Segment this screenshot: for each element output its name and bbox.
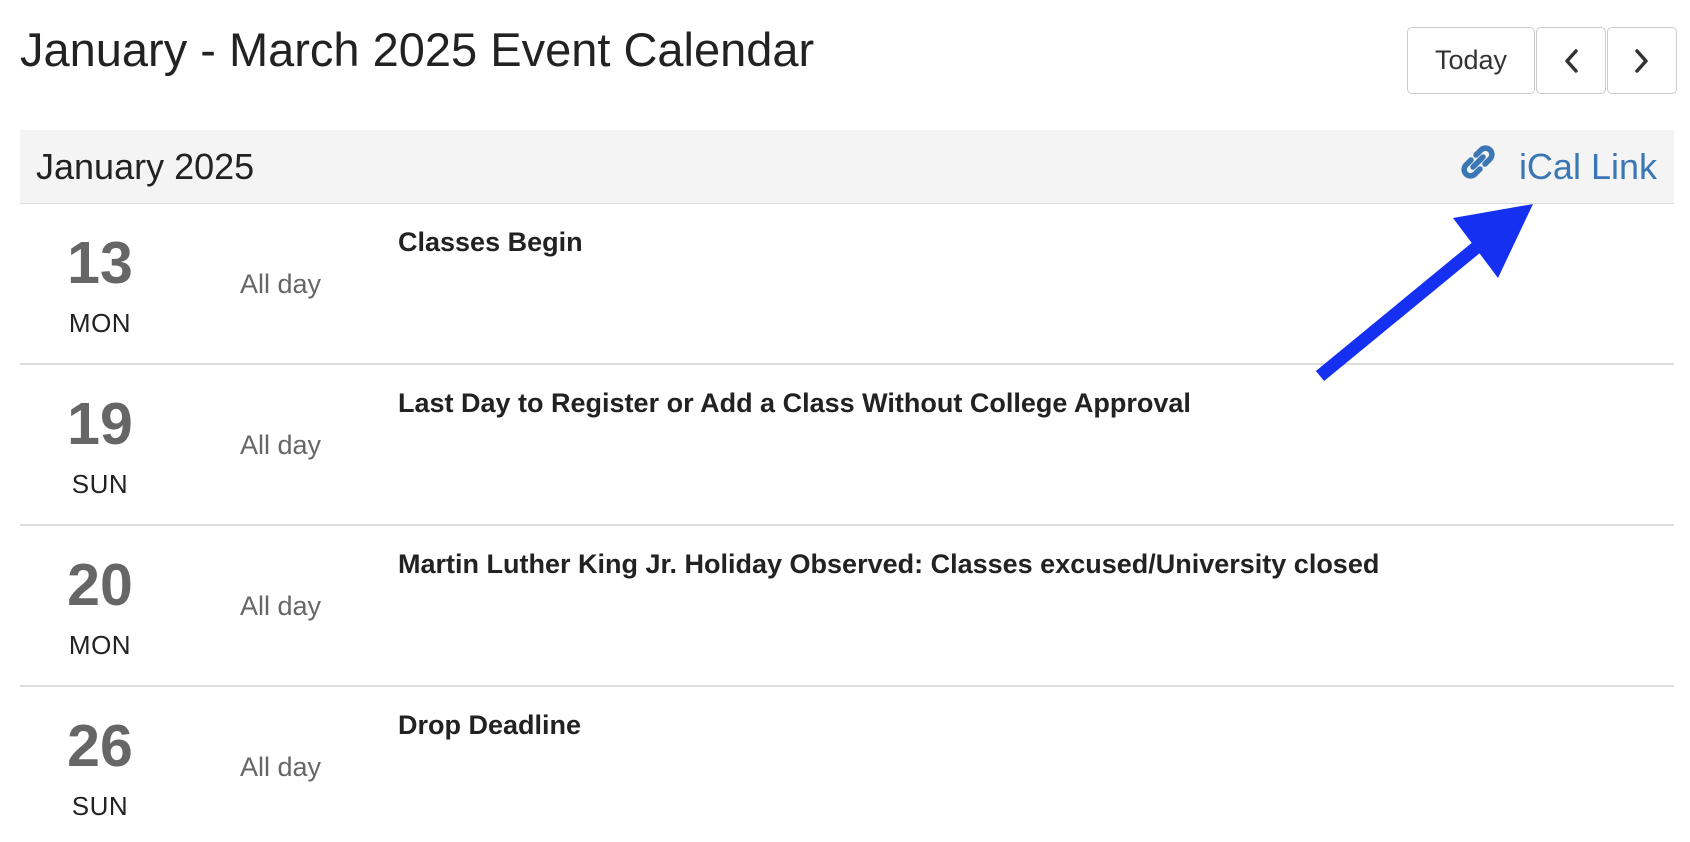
event-row: 19 SUN All day Last Day to Register or A… xyxy=(20,365,1674,526)
calendar-nav-group: Today xyxy=(1407,27,1677,94)
event-row: 20 MON All day Martin Luther King Jr. Ho… xyxy=(20,526,1674,687)
event-time: All day xyxy=(240,752,322,782)
event-weekday: SUN xyxy=(71,791,129,821)
event-time: All day xyxy=(240,430,322,460)
event-time: All day xyxy=(240,269,322,299)
chevron-right-icon xyxy=(1633,47,1651,75)
event-title-link[interactable]: Drop Deadline xyxy=(398,709,581,741)
month-title: January 2025 xyxy=(36,145,255,187)
event-weekday: MON xyxy=(68,308,132,338)
month-section: January 2025 iCal Link 13 MON All day Cl… xyxy=(20,130,1674,842)
event-row: 13 MON All day Classes Begin xyxy=(20,204,1674,365)
event-title-link[interactable]: Last Day to Register or Add a Class With… xyxy=(398,387,1191,419)
next-button[interactable] xyxy=(1607,27,1677,94)
event-row: 26 SUN All day Drop Deadline xyxy=(20,687,1674,842)
month-header: January 2025 iCal Link xyxy=(20,130,1674,204)
event-day-number: 20 xyxy=(67,552,133,618)
link-icon xyxy=(1459,143,1497,190)
event-day-number: 13 xyxy=(67,230,133,296)
event-title-link[interactable]: Classes Begin xyxy=(398,226,583,258)
event-weekday: SUN xyxy=(71,469,129,499)
today-button[interactable]: Today xyxy=(1407,27,1535,94)
previous-button[interactable] xyxy=(1536,27,1606,94)
event-day-number: 26 xyxy=(67,713,133,779)
event-title-link[interactable]: Martin Luther King Jr. Holiday Observed:… xyxy=(398,548,1379,580)
page-title: January - March 2025 Event Calendar xyxy=(20,23,815,76)
event-day-number: 19 xyxy=(67,391,133,457)
ical-link[interactable]: iCal Link xyxy=(1459,143,1657,190)
event-calendar-page: January - March 2025 Event Calendar Toda… xyxy=(0,0,1690,842)
chevron-left-icon xyxy=(1562,47,1580,75)
ical-link-label: iCal Link xyxy=(1518,145,1657,187)
event-time: All day xyxy=(240,591,322,621)
event-weekday: MON xyxy=(68,630,132,660)
